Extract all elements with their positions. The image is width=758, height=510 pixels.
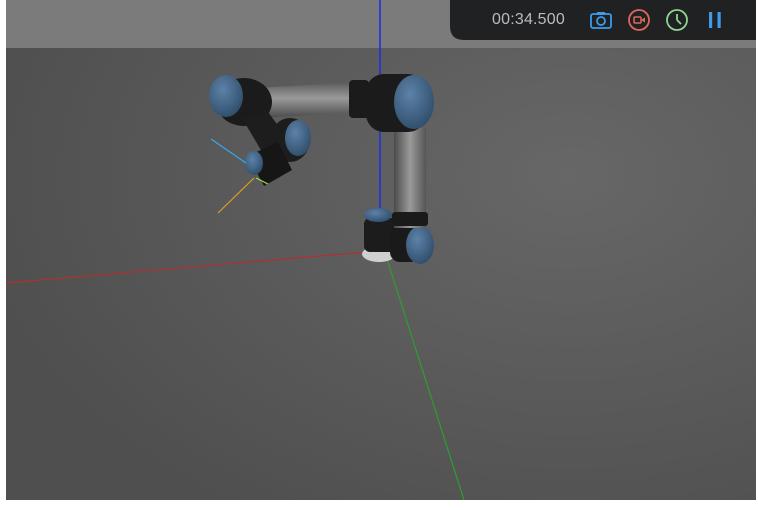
camera-icon: [590, 12, 612, 29]
robot-wrist2-cap: [285, 120, 311, 156]
robot-flange-cap: [245, 151, 263, 175]
screenshot-button[interactable]: [590, 9, 612, 31]
pause-icon: [709, 12, 721, 28]
simulation-time: 00:34.500: [492, 11, 565, 28]
clock-icon: [666, 9, 688, 31]
robot-forearm: [256, 82, 364, 118]
robot-upper-arm-ring-bottom: [392, 212, 428, 226]
pause-button[interactable]: [704, 9, 726, 31]
scene-canvas[interactable]: [6, 0, 756, 500]
robot-forearm-ring: [349, 80, 369, 118]
playback-toolbar: 00:34.500: [450, 0, 756, 40]
robot-base-cap: [364, 208, 392, 222]
robot-shoulder-cap: [406, 226, 434, 264]
robot-wrist1-cap: [209, 75, 243, 117]
robot-elbow-cap: [394, 75, 434, 129]
3d-viewport[interactable]: 00:34.500: [6, 0, 756, 500]
page-bottom-margin: [0, 500, 758, 510]
record-button[interactable]: [628, 9, 650, 31]
speed-button[interactable]: [666, 9, 688, 31]
video-record-icon: [628, 9, 650, 31]
